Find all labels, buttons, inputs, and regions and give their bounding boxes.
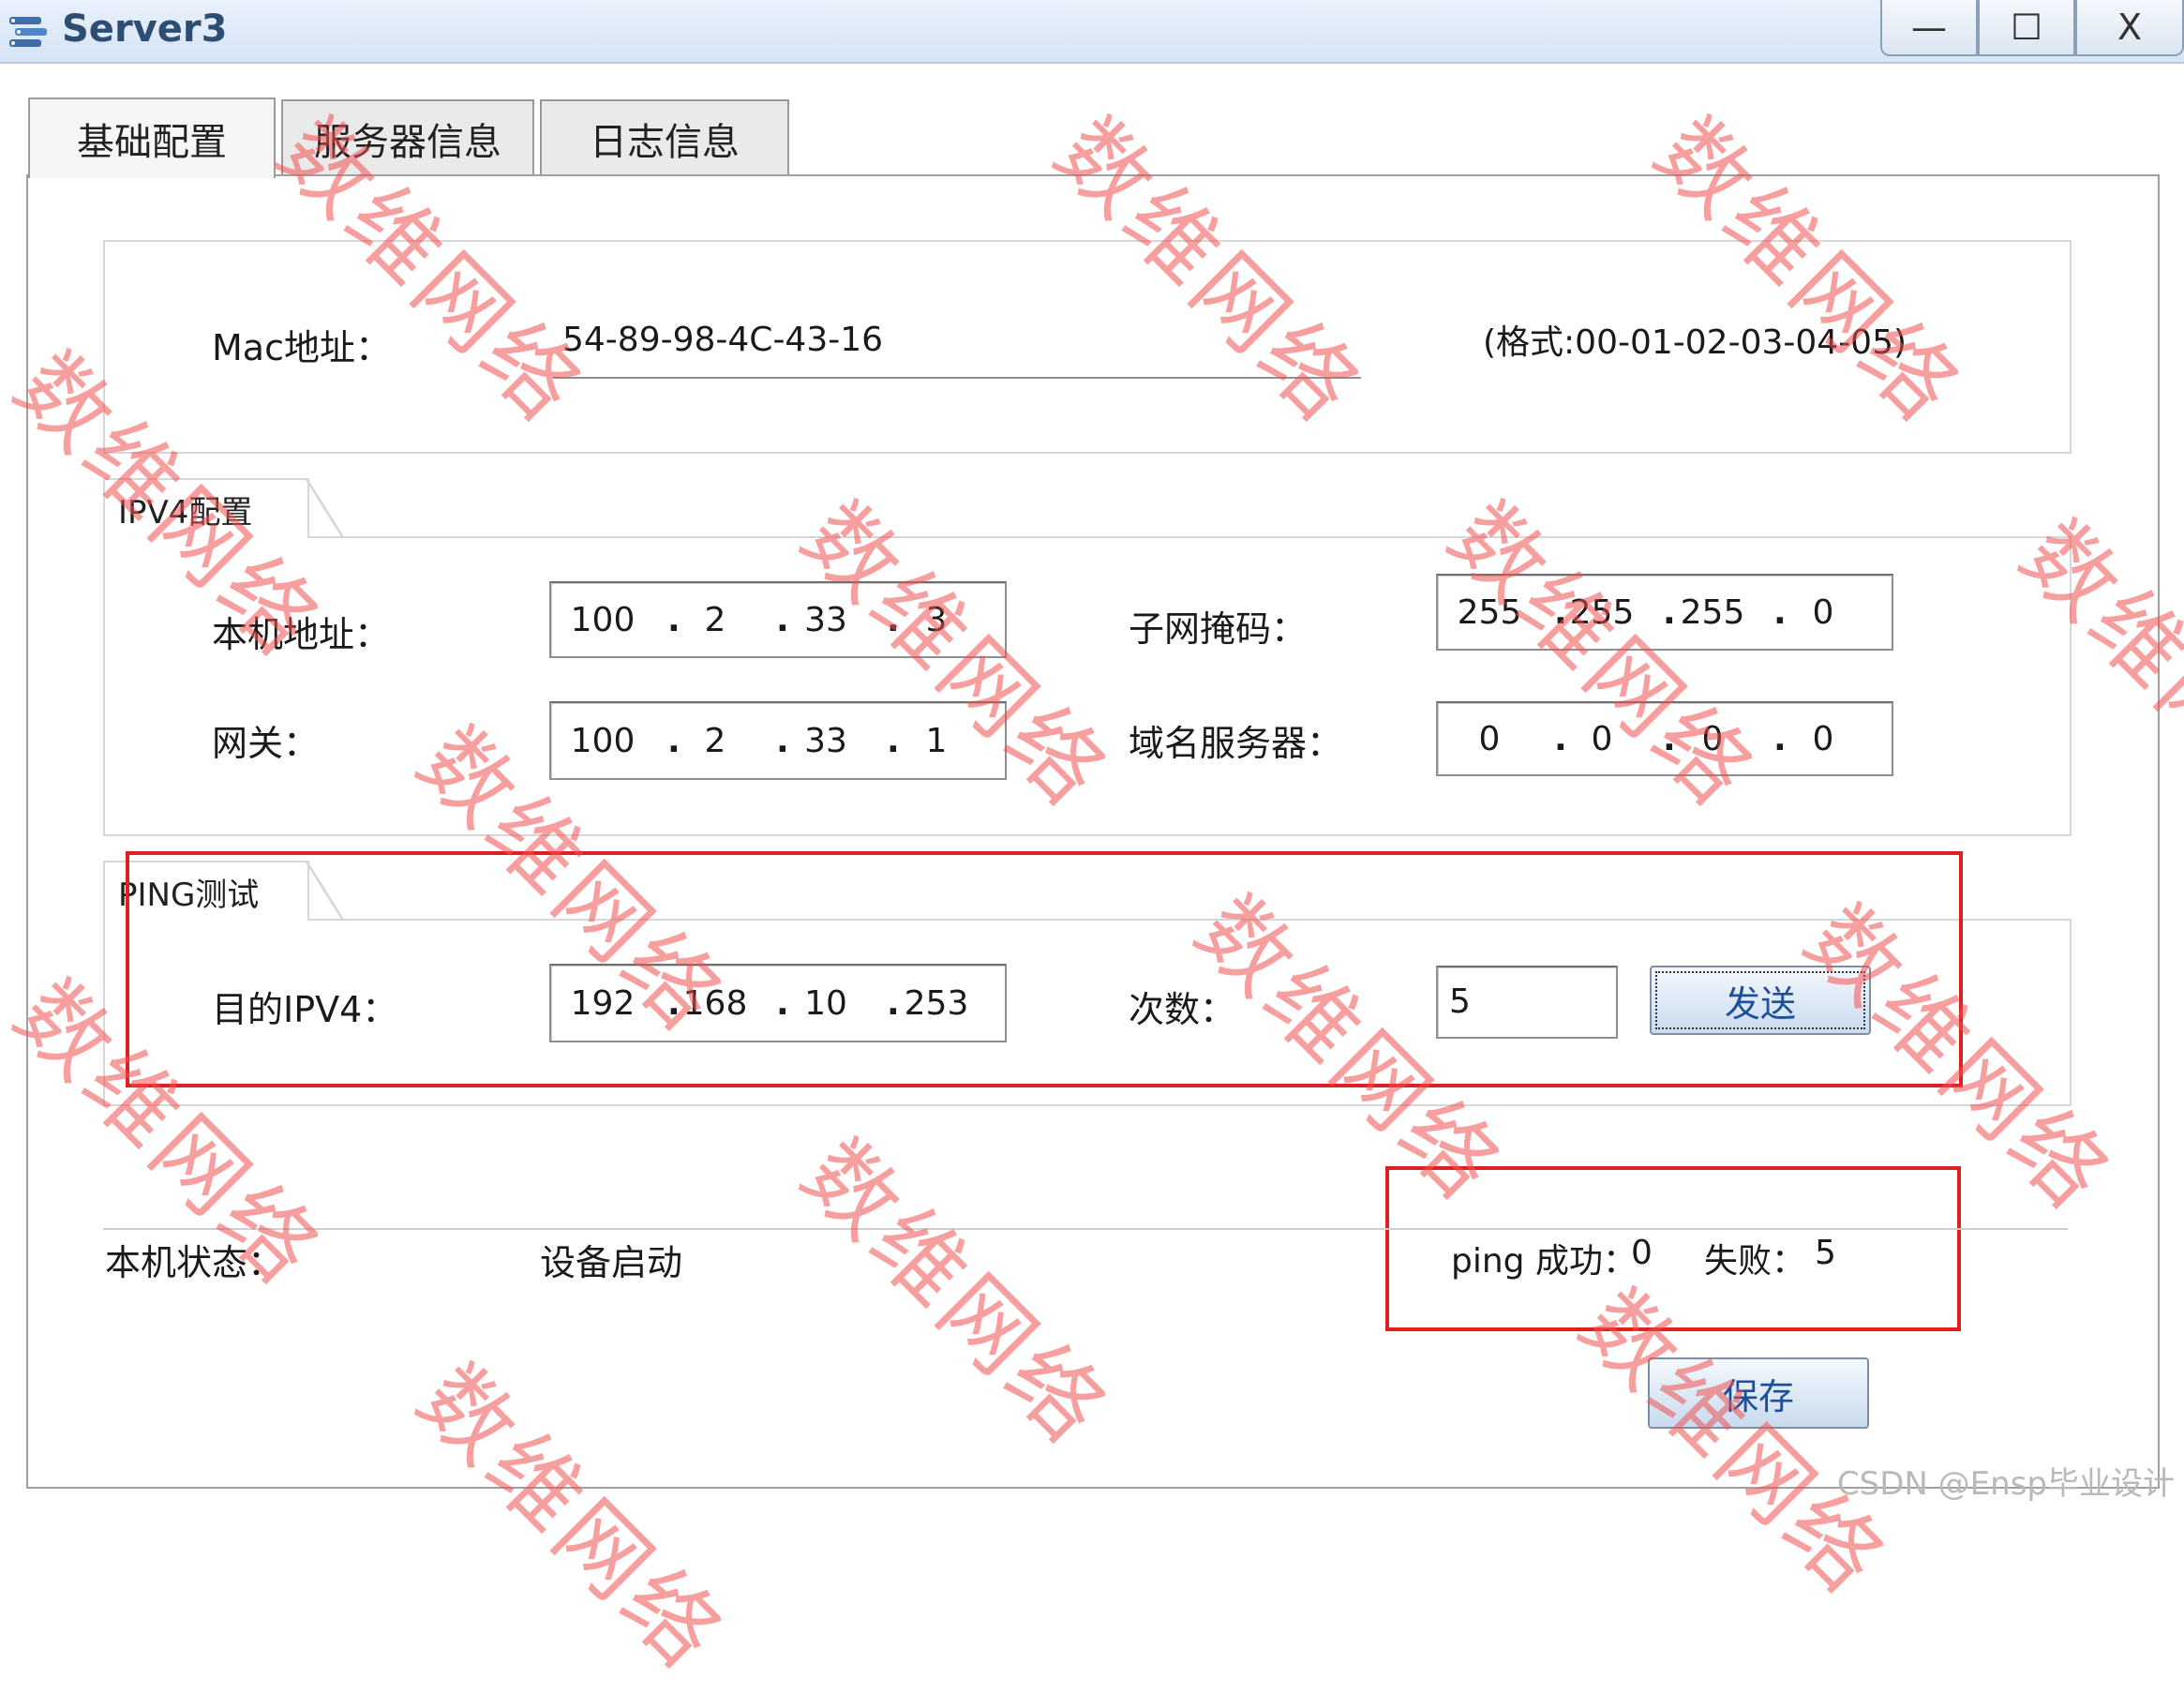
ping-fail-count: 5: [1815, 1234, 1836, 1272]
maximize-icon: ☐: [2010, 7, 2043, 48]
dns-server-label: 域名服务器：: [1129, 723, 1343, 764]
dns-dot-1: .: [1554, 719, 1567, 758]
mask-octet-3: 255: [1680, 592, 1745, 632]
host-dot-2: .: [776, 600, 789, 639]
ping-fail-label: 失败：: [1704, 1242, 1806, 1281]
device-status-value: 设备启动: [540, 1242, 683, 1283]
mask-dot-3: .: [1773, 592, 1787, 632]
gateway-input[interactable]: 100 . 2 . 33 . 1: [549, 701, 1007, 780]
host-octet-1: 100: [570, 600, 636, 639]
host-octet-2: 2: [704, 600, 726, 639]
gateway-octet-1: 100: [570, 721, 636, 760]
mask-octet-4: 0: [1812, 592, 1834, 632]
mac-address-input[interactable]: 54-89-98-4C-43-16: [553, 306, 1361, 379]
close-button[interactable]: X: [2075, 0, 2184, 56]
minimize-icon: —: [1911, 7, 1947, 48]
mask-octet-1: 255: [1457, 592, 1522, 632]
gateway-octet-3: 33: [804, 721, 847, 760]
host-dot-3: .: [887, 600, 900, 639]
dns-octet-1: 0: [1478, 719, 1501, 758]
dns-dot-3: .: [1773, 719, 1787, 758]
host-octet-3: 33: [804, 600, 847, 639]
mac-format-hint: (格式:00-01-02-03-04-05): [1483, 323, 1907, 362]
dns-octet-3: 0: [1701, 719, 1724, 758]
mask-octet-2: 255: [1569, 592, 1635, 632]
tab-log-info[interactable]: 日志信息: [540, 99, 789, 176]
tab-server-info[interactable]: 服务器信息: [281, 99, 534, 176]
ipv4-section-title: IPV4配置: [103, 478, 309, 538]
server-app-icon: [9, 17, 47, 47]
maximize-button[interactable]: ☐: [1978, 0, 2075, 56]
host-octet-4: 3: [925, 600, 948, 639]
subnet-mask-input[interactable]: 255 . 255 . 255 . 0: [1436, 574, 1893, 651]
save-button[interactable]: 保存: [1648, 1357, 1869, 1429]
host-dot-1: .: [667, 600, 681, 639]
ping-highlight-box: [126, 851, 1963, 1087]
host-address-input[interactable]: 100 . 2 . 33 . 3: [549, 581, 1007, 658]
window-title: Server3: [62, 7, 228, 51]
gateway-dot-1: .: [667, 721, 681, 760]
gateway-dot-2: .: [776, 721, 789, 760]
subnet-mask-label: 子网掩码：: [1129, 608, 1308, 650]
ping-success-label: ping 成功：: [1451, 1242, 1637, 1281]
minimize-button[interactable]: —: [1880, 0, 1978, 56]
mac-label: Mac地址：: [212, 327, 391, 368]
gateway-octet-4: 1: [925, 721, 948, 760]
source-credit: CSDN @Ensp毕业设计: [1836, 1465, 2175, 1503]
dns-octet-4: 0: [1812, 719, 1834, 758]
close-icon: X: [2117, 7, 2143, 48]
gateway-dot-3: .: [887, 721, 900, 760]
title-bar: Server3 — ☐ X: [0, 0, 2184, 64]
dns-dot-2: .: [1663, 719, 1676, 758]
ipv4-tab-edge: [306, 478, 343, 538]
tab-basic-config[interactable]: 基础配置: [28, 97, 276, 178]
mask-dot-2: .: [1663, 592, 1676, 632]
status-divider: [103, 1228, 2068, 1230]
dns-server-input[interactable]: 0 . 0 . 0 . 0: [1436, 701, 1893, 776]
mac-address-value: 54-89-98-4C-43-16: [562, 321, 884, 359]
device-status-label: 本机状态：: [105, 1242, 284, 1283]
mask-dot-1: .: [1554, 592, 1567, 632]
gateway-label: 网关：: [212, 723, 320, 764]
host-address-label: 本机地址：: [212, 614, 391, 655]
gateway-octet-2: 2: [704, 721, 726, 760]
ping-success-count: 0: [1631, 1234, 1653, 1272]
dns-octet-2: 0: [1591, 719, 1613, 758]
